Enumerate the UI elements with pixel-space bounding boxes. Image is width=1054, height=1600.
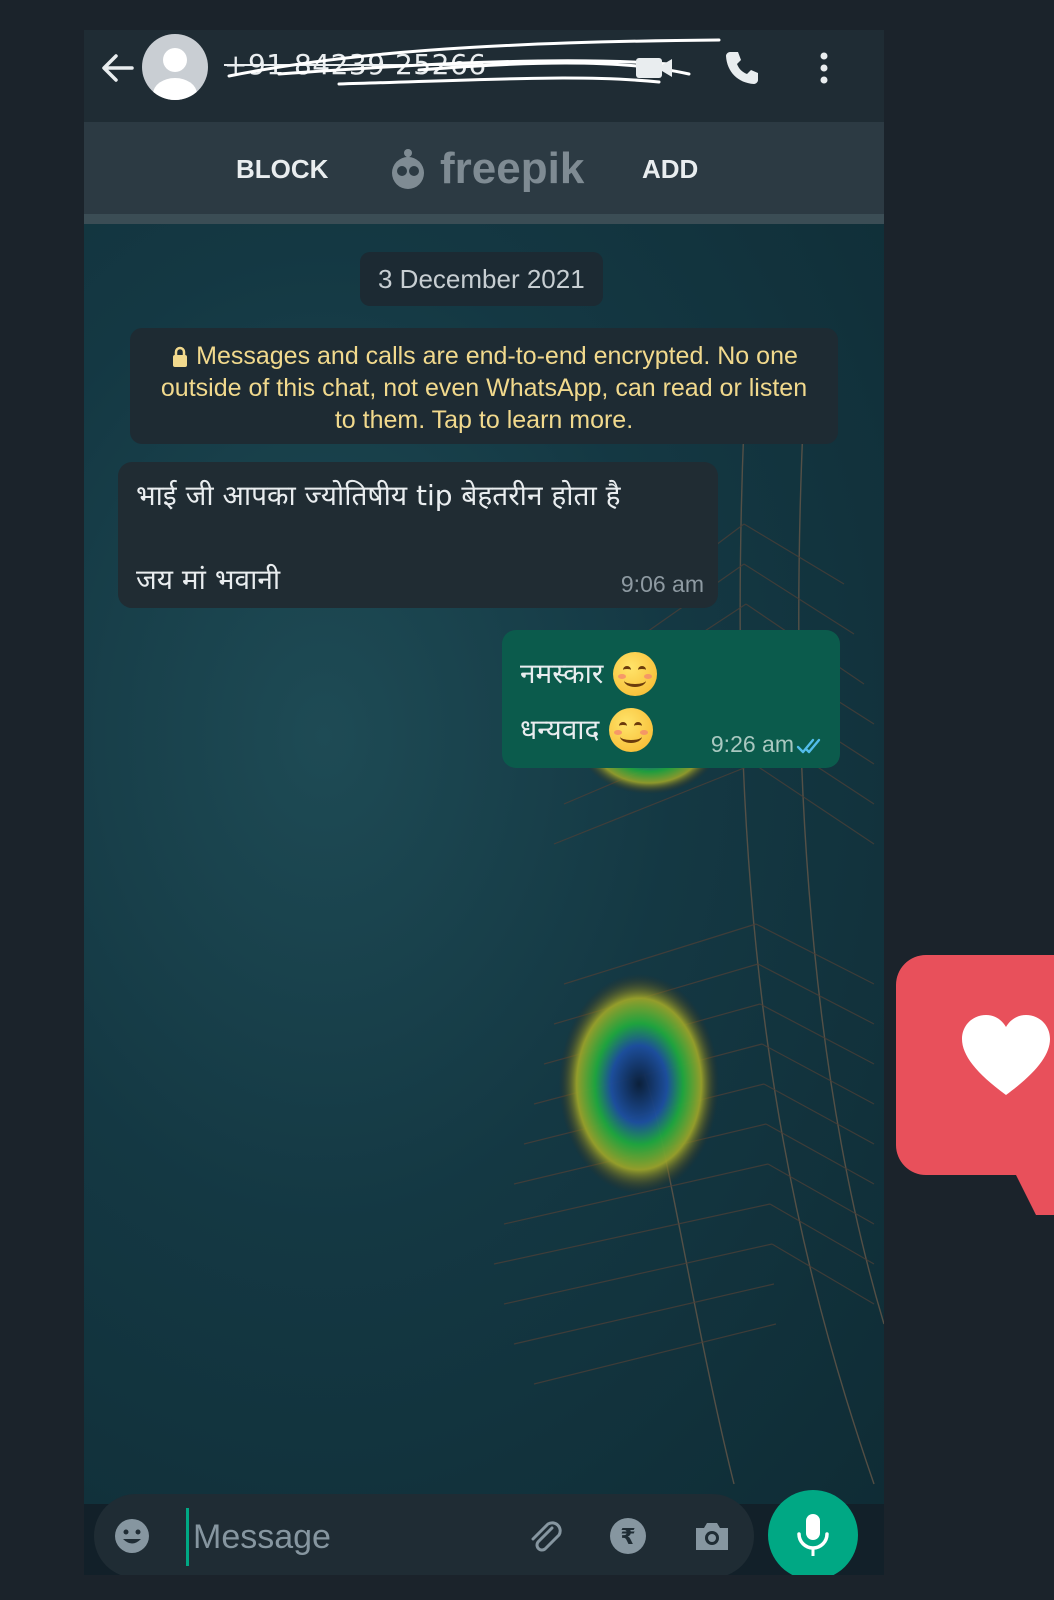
chat-area[interactable]: 3 December 2021 Messages and calls are e… — [84, 224, 884, 1504]
emoji-icon[interactable] — [110, 1514, 154, 1558]
add-button[interactable]: ADD — [642, 154, 698, 185]
back-arrow-icon[interactable] — [98, 48, 138, 88]
encryption-notice[interactable]: Messages and calls are end-to-end encryp… — [130, 328, 838, 444]
message-time: 9:26 am — [710, 731, 794, 757]
message-text: जय मां भवानी — [136, 563, 281, 596]
message-text: धन्यवाद — [520, 713, 600, 746]
freepik-logo-icon — [392, 149, 424, 189]
message-text: नमस्कार — [520, 657, 604, 690]
smiling-face-emoji-icon — [609, 708, 654, 752]
phone-screen: +91 84239 25266 BLOCK freepik ADD 3 Dece… — [84, 30, 884, 1575]
more-options-icon[interactable] — [802, 46, 846, 90]
smiling-face-emoji-icon — [613, 652, 658, 696]
outgoing-message[interactable]: नमस्कार धन्यवाद 9:26 am — [502, 630, 840, 768]
video-call-icon[interactable] — [632, 46, 676, 90]
contact-phone-number[interactable]: +91 84239 25266 — [224, 48, 487, 81]
message-time: 9:06 am — [620, 571, 704, 597]
encryption-notice-text: Messages and calls are end-to-end encryp… — [160, 342, 808, 434]
message-text: भाई जी आपका ज्योतिषीय tip बेहतरीन होता ह… — [136, 479, 621, 512]
mic-button[interactable] — [768, 1490, 858, 1575]
watermark-text: freepik — [440, 144, 585, 193]
block-button[interactable]: BLOCK — [236, 154, 328, 185]
svg-text:₹: ₹ — [620, 1525, 635, 1550]
message-input-box: ₹ — [94, 1494, 754, 1575]
lock-icon — [173, 347, 188, 368]
rupee-payment-icon[interactable]: ₹ — [606, 1514, 650, 1558]
attach-icon[interactable] — [522, 1514, 566, 1558]
like-notification-badge — [896, 955, 1054, 1215]
message-input[interactable] — [186, 1508, 515, 1566]
block-add-bar: BLOCK freepik ADD — [84, 122, 884, 224]
date-chip: 3 December 2021 — [360, 252, 603, 306]
chat-header: +91 84239 25266 — [84, 30, 884, 122]
read-ticks-icon — [796, 738, 821, 754]
avatar[interactable] — [142, 34, 208, 100]
voice-call-icon[interactable] — [720, 46, 764, 90]
freepik-watermark: freepik — [384, 144, 584, 194]
incoming-message[interactable]: भाई जी आपका ज्योतिषीय tip बेहतरीन होता ह… — [118, 462, 718, 608]
mic-icon — [797, 1514, 829, 1556]
composer: ₹ — [84, 1490, 884, 1575]
camera-icon[interactable] — [690, 1514, 734, 1558]
